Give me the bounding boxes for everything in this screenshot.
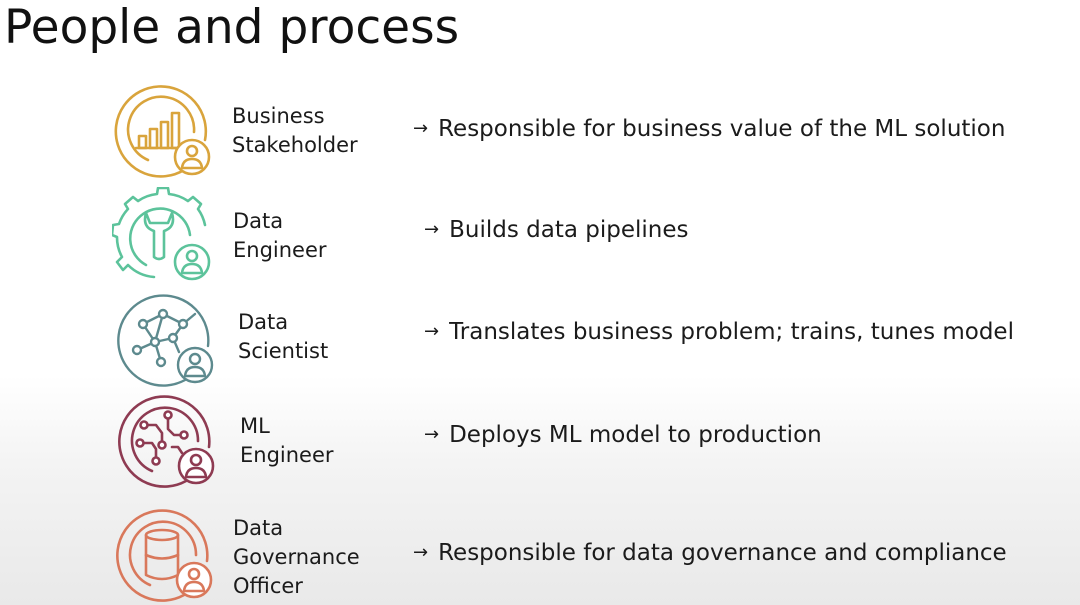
gear-wrench-person-icon [112,187,211,281]
role-name: ML Engineer [240,414,334,467]
role-name: Business Stakeholder [232,104,358,157]
role-name: Data Governance Officer [233,516,360,598]
role-description: → Translates business problem; trains, tu… [424,319,1014,345]
role-description: → Deploys ML model to production [424,422,822,448]
role-name: Data Engineer [233,209,327,262]
arrow-icon: → [424,424,440,445]
slide-title: People and process [4,0,460,55]
role-description: → Responsible for data governance and com… [413,540,1007,566]
arrow-icon: → [413,542,429,563]
role-description: → Builds data pipelines [424,217,689,243]
circuit-person-icon [118,395,215,488]
role-description: → Responsible for business value of the M… [413,116,1006,142]
arrow-icon: → [424,219,440,240]
role-name: Data Scientist [238,310,329,363]
arrow-icon: → [413,118,429,139]
database-person-icon [116,509,213,602]
bar-chart-person-icon [114,85,211,178]
network-person-icon [117,294,214,387]
arrow-icon: → [424,321,440,342]
